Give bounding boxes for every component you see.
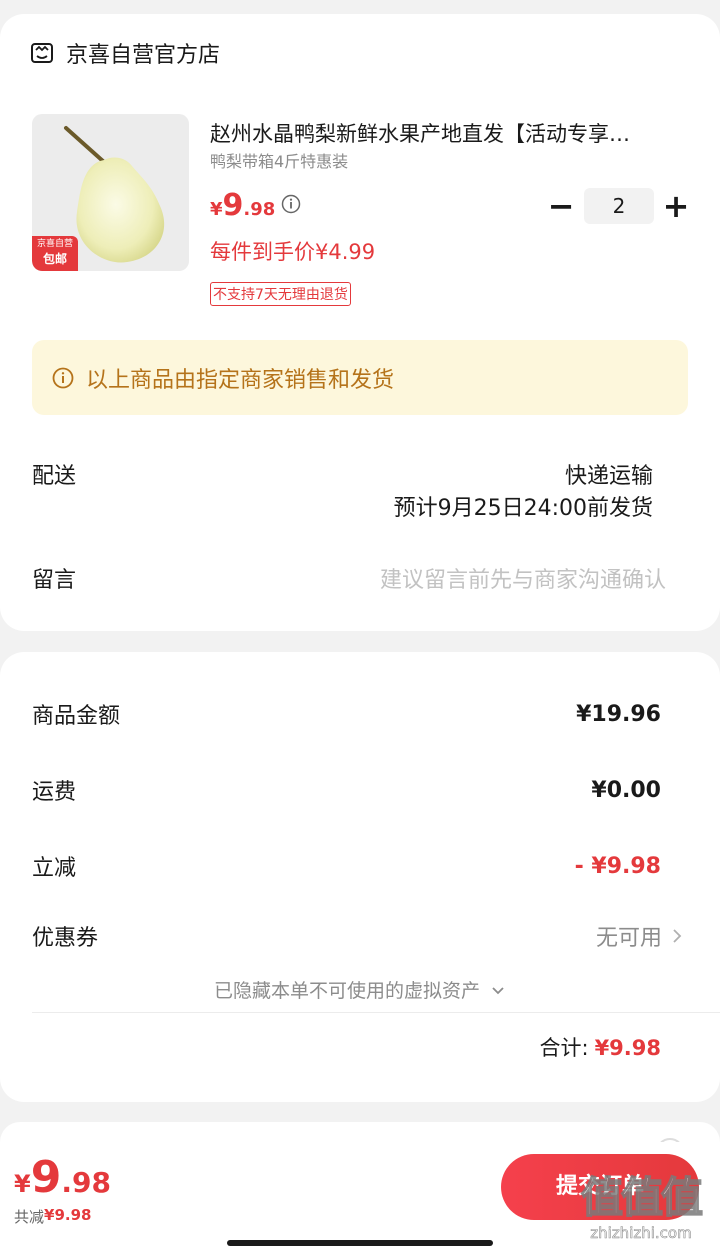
price-dec: .98 <box>243 199 276 220</box>
order-card: 京喜自营官方店 京喜自营 包邮 赵州水晶鸭梨新鲜水果产地直发【活动专享… 鸭梨带… <box>0 14 720 631</box>
footer-price-symbol: ¥ <box>14 1170 31 1198</box>
footer-saved-label: 共减 <box>14 1208 45 1226</box>
footer-saved-value: ¥9.98 <box>44 1206 92 1224</box>
summary-card: 商品金额 ¥19.96 运费 ¥0.00 立减 - ¥9.98 优惠券 无可用 … <box>0 652 720 1102</box>
hidden-assets-toggle[interactable]: 已隐藏本单不可使用的虚拟资产 <box>0 976 720 1003</box>
home-indicator <box>227 1240 493 1246</box>
footer-price-dec: .98 <box>61 1166 111 1199</box>
badge-bottom: 包邮 <box>42 252 67 266</box>
price-info-icon[interactable] <box>281 194 301 214</box>
goods-amount-label: 商品金额 <box>32 704 121 729</box>
delivery-eta: 预计9月25日24:00前发货 <box>393 496 653 521</box>
submit-order-label: 提交订单 <box>555 1174 644 1199</box>
badge: 京喜自营 包邮 <box>32 236 78 271</box>
coupon-label: 优惠券 <box>32 926 99 951</box>
notice-text: 以上商品由指定商家销售和发货 <box>86 367 395 393</box>
unit-price: 每件到手价¥4.99 <box>210 240 376 264</box>
total-row: 合计: ¥9.98 <box>539 1032 661 1062</box>
total-label: 合计: <box>539 1036 589 1060</box>
return-notice: 不支持7天无理由退货 <box>210 282 351 306</box>
submit-order-button[interactable]: 提交订单 <box>501 1154 699 1220</box>
product-title[interactable]: 赵州水晶鸭梨新鲜水果产地直发【活动专享… <box>210 118 680 148</box>
summary-divider <box>32 1012 720 1013</box>
seller-notice: 以上商品由指定商家销售和发货 <box>32 340 688 415</box>
discount-label: 立减 <box>32 856 77 881</box>
footer-price: ¥ 9 .98 <box>14 1152 111 1203</box>
info-icon <box>52 367 74 389</box>
delivery-label: 配送 <box>32 464 77 489</box>
hidden-assets-text: 已隐藏本单不可使用的虚拟资产 <box>213 980 480 1002</box>
message-label: 留言 <box>32 568 77 593</box>
quantity-input[interactable]: 2 <box>584 188 654 224</box>
product-spec[interactable]: 鸭梨带箱4斤特惠装 <box>210 148 348 172</box>
bottom-bar: ¥ 9 .98 共减 ¥9.98 提交订单 <box>0 1142 720 1259</box>
store-name: 京喜自营官方店 <box>66 43 221 68</box>
total-value: ¥9.98 <box>594 1036 661 1060</box>
coupon-row[interactable]: 无可用 <box>596 920 684 952</box>
quantity-plus-button[interactable]: + <box>658 188 694 224</box>
product-price: ¥ 9 .98 <box>210 188 275 223</box>
discount-value: - ¥9.98 <box>574 854 661 879</box>
quantity-minus-button[interactable]: − <box>543 188 579 224</box>
coupon-value: 无可用 <box>595 926 662 951</box>
price-symbol: ¥ <box>210 199 223 220</box>
chevron-right-icon <box>670 926 684 946</box>
price-int: 9 <box>222 188 244 223</box>
store-header[interactable]: 京喜自营官方店 <box>30 38 220 68</box>
store-icon <box>30 41 54 65</box>
delivery-method[interactable]: 快递运输 <box>565 458 653 490</box>
chevron-down-icon <box>490 980 506 995</box>
badge-top: 京喜自营 <box>36 239 73 249</box>
freight-value: ¥0.00 <box>591 778 661 803</box>
product-image[interactable]: 京喜自营 包邮 <box>32 114 189 271</box>
footer-saved: 共减 ¥9.98 <box>14 1206 91 1227</box>
message-input[interactable]: 建议留言前先与商家沟通确认 <box>380 562 666 594</box>
goods-amount-value: ¥19.96 <box>576 702 661 727</box>
footer-price-int: 9 <box>30 1152 62 1203</box>
freight-label: 运费 <box>32 780 77 805</box>
